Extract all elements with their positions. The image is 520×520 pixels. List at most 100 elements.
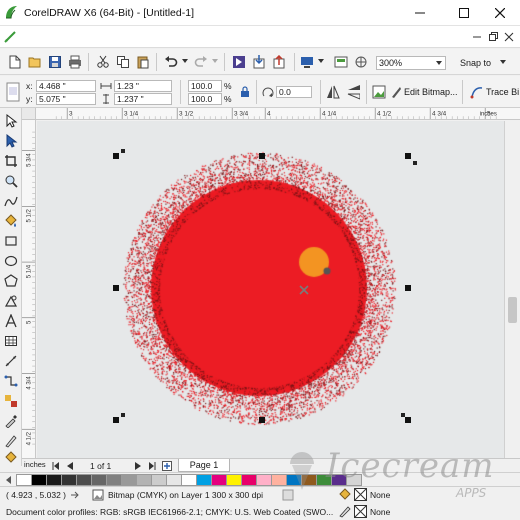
mirror-horizontal-icon[interactable]	[326, 84, 340, 100]
selection-handle-top-right[interactable]	[405, 153, 411, 159]
bitmap-icon[interactable]	[372, 85, 386, 99]
skew-handle[interactable]	[413, 161, 417, 165]
zoom-level-dropdown[interactable]: 300%	[376, 56, 446, 70]
skew-handle[interactable]	[401, 413, 405, 417]
center-of-rotation-icon[interactable]	[299, 285, 309, 295]
selection-handle-bottom-right[interactable]	[405, 417, 411, 423]
palette-swatch[interactable]	[181, 474, 197, 486]
add-page-icon[interactable]	[162, 461, 172, 471]
first-page-icon[interactable]	[52, 462, 60, 470]
skew-handle[interactable]	[121, 149, 125, 153]
interactive-effects-tool-icon[interactable]	[4, 394, 18, 408]
lock-ratio-icon[interactable]	[240, 86, 250, 98]
vertical-ruler[interactable]: 5 3/4 5 1/2 5 1/4 5 4 3/4 4 1/2	[22, 120, 36, 458]
last-page-icon[interactable]	[148, 462, 156, 470]
palette-swatch[interactable]	[121, 474, 137, 486]
application-launcher-icon[interactable]	[300, 55, 314, 69]
edit-bitmap-button[interactable]: Edit Bitmap...	[404, 87, 458, 97]
mirror-vertical-icon[interactable]	[346, 84, 360, 100]
eyedropper-tool-icon[interactable]	[4, 414, 18, 428]
drawing-canvas[interactable]	[37, 121, 504, 458]
skew-handle[interactable]	[121, 413, 125, 417]
spray-bitmap[interactable]	[37, 121, 504, 458]
palette-swatch[interactable]	[151, 474, 167, 486]
undo-icon[interactable]	[164, 55, 178, 69]
palette-scroll-left-icon[interactable]	[4, 475, 14, 485]
rectangle-tool-icon[interactable]	[4, 234, 18, 248]
scale-y-input[interactable]: 100.0	[188, 93, 222, 105]
x-position-input[interactable]: 4.468 "	[36, 80, 96, 92]
selection-handle-top-center[interactable]	[259, 153, 265, 159]
document-color-profiles[interactable]: Document color profiles: RGB: sRGB IEC61…	[6, 507, 333, 517]
doc-minimize-button[interactable]	[470, 30, 484, 44]
palette-swatch[interactable]	[316, 474, 332, 486]
undo-dropdown-icon[interactable]	[182, 58, 188, 64]
welcome-screen-icon[interactable]	[334, 55, 348, 69]
snap-to-dropdown[interactable]: Snap to	[460, 58, 491, 68]
doc-restore-button[interactable]	[486, 30, 500, 44]
palette-swatch[interactable]	[31, 474, 47, 486]
palette-swatch[interactable]	[331, 474, 347, 486]
search-content-icon[interactable]	[232, 55, 246, 69]
palette-swatch[interactable]	[256, 474, 272, 486]
open-folder-icon[interactable]	[28, 55, 42, 69]
redo-icon[interactable]	[194, 55, 208, 69]
freehand-tool-icon[interactable]	[4, 194, 18, 208]
ruler-origin[interactable]	[22, 108, 36, 120]
selection-handle-bottom-left[interactable]	[113, 417, 119, 423]
polygon-tool-icon[interactable]	[4, 274, 18, 288]
next-page-icon[interactable]	[134, 462, 142, 470]
palette-swatch[interactable]	[16, 474, 32, 486]
fill-tool-icon[interactable]	[4, 450, 18, 464]
selection-handle-bottom-center[interactable]	[259, 417, 265, 423]
basic-shapes-tool-icon[interactable]	[4, 294, 18, 308]
vertical-scrollbar[interactable]	[504, 121, 520, 458]
page-tab[interactable]: Page 1	[178, 459, 230, 472]
object-height-input[interactable]: 1.237 "	[114, 93, 172, 105]
doc-close-button[interactable]	[502, 30, 516, 44]
palette-swatch[interactable]	[61, 474, 77, 486]
connector-tool-icon[interactable]	[4, 374, 18, 388]
maximize-button[interactable]	[444, 0, 484, 26]
palette-swatch[interactable]	[91, 474, 107, 486]
selection-handle-middle-left[interactable]	[113, 285, 119, 291]
object-width-input[interactable]: 1.23 "	[114, 80, 172, 92]
y-position-input[interactable]: 5.075 "	[36, 93, 96, 105]
palette-swatch[interactable]	[271, 474, 287, 486]
horizontal-ruler[interactable]: 33 1/4 3 1/2 3 3/4 4 4 1/4 4 1/2 4 3/4 5inches	[36, 108, 520, 120]
corel-connect-icon[interactable]	[354, 55, 368, 69]
print-icon[interactable]	[68, 55, 82, 69]
palette-swatch[interactable]	[226, 474, 242, 486]
palette-swatch[interactable]	[211, 474, 227, 486]
copy-icon[interactable]	[116, 55, 130, 69]
launcher-dropdown-icon[interactable]	[318, 58, 324, 64]
new-document-icon[interactable]	[8, 55, 22, 69]
snap-to-chevron-icon[interactable]	[500, 59, 506, 65]
palette-swatch[interactable]	[301, 474, 317, 486]
palette-swatch[interactable]	[106, 474, 122, 486]
fill-bucket-icon[interactable]	[338, 488, 352, 501]
redo-dropdown-icon[interactable]	[212, 58, 218, 64]
palette-swatch[interactable]	[286, 474, 302, 486]
dimension-tool-icon[interactable]	[4, 354, 18, 368]
trace-bitmap-button[interactable]: Trace Bi	[486, 87, 519, 97]
close-button[interactable]	[480, 0, 520, 26]
paste-icon[interactable]	[136, 55, 150, 69]
palette-swatch[interactable]	[241, 474, 257, 486]
export-icon[interactable]	[272, 55, 286, 69]
palette-swatch[interactable]	[76, 474, 92, 486]
rotation-angle-input[interactable]: 0.0	[276, 86, 312, 98]
zoom-tool-icon[interactable]	[4, 174, 18, 188]
shape-tool-icon[interactable]	[4, 134, 18, 148]
save-icon[interactable]	[48, 55, 62, 69]
scrollbar-thumb[interactable]	[508, 297, 517, 323]
palette-swatch[interactable]	[46, 474, 62, 486]
text-tool-icon[interactable]	[4, 314, 18, 328]
import-icon[interactable]	[252, 55, 266, 69]
outline-pen-icon[interactable]	[338, 505, 352, 518]
no-outline-swatch-icon[interactable]	[354, 505, 367, 518]
palette-swatch[interactable]	[196, 474, 212, 486]
palette-swatch[interactable]	[136, 474, 152, 486]
minimize-button[interactable]	[400, 0, 440, 26]
previous-page-icon[interactable]	[66, 462, 74, 470]
